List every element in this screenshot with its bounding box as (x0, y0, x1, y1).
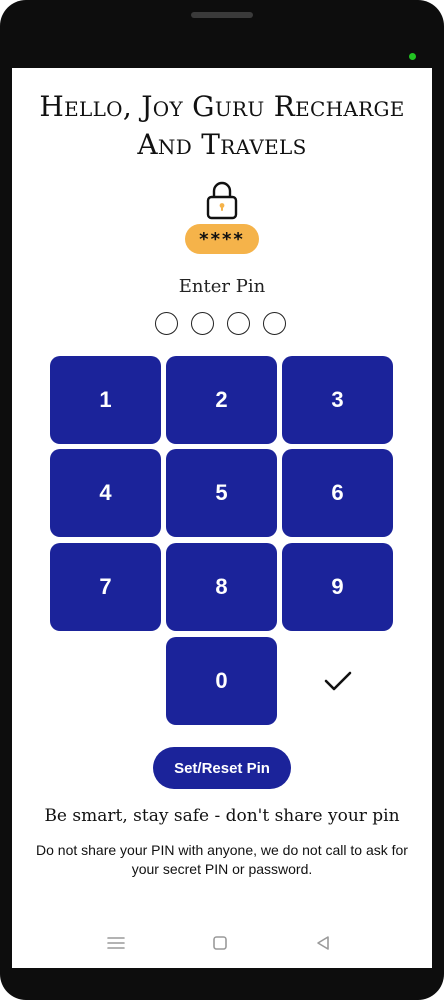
home-icon (213, 936, 227, 950)
safety-note: Do not share your PIN with anyone, we do… (36, 842, 408, 877)
confirm-button[interactable] (282, 637, 393, 725)
pin-dot (227, 312, 250, 335)
set-reset-pin-button[interactable]: Set/Reset Pin (153, 747, 291, 789)
check-icon (324, 671, 351, 691)
pin-dot (155, 312, 178, 335)
pin-mask-badge: **** (185, 224, 259, 254)
speaker-grille (191, 12, 253, 18)
key-0[interactable]: 0 (166, 637, 277, 725)
back-icon (317, 936, 329, 950)
safety-heading: Be smart, stay safe - don't share your p… (44, 806, 400, 826)
key-5[interactable]: 5 (166, 449, 277, 537)
home-button[interactable] (208, 932, 232, 954)
key-8[interactable]: 8 (166, 543, 277, 631)
lock-icon (206, 181, 238, 220)
pin-indicator (155, 312, 295, 336)
menu-button[interactable] (104, 932, 128, 954)
enter-pin-label: Enter Pin (178, 276, 266, 297)
key-6[interactable]: 6 (282, 449, 393, 537)
page-title: Hello, Joy Guru Recharge And Travels (39, 90, 405, 161)
key-4[interactable]: 4 (50, 449, 161, 537)
menu-icon (107, 937, 125, 949)
key-3[interactable]: 3 (282, 356, 393, 444)
key-1[interactable]: 1 (50, 356, 161, 444)
key-7[interactable]: 7 (50, 543, 161, 631)
app-screen: Hello, Joy Guru Recharge And Travels ***… (12, 68, 432, 968)
pin-dot (191, 312, 214, 335)
status-led (409, 53, 416, 60)
phone-frame: Hello, Joy Guru Recharge And Travels ***… (0, 0, 444, 1000)
key-9[interactable]: 9 (282, 543, 393, 631)
system-nav-bar (12, 918, 432, 968)
back-button[interactable] (311, 932, 335, 954)
pin-dot (263, 312, 286, 335)
key-2[interactable]: 2 (166, 356, 277, 444)
